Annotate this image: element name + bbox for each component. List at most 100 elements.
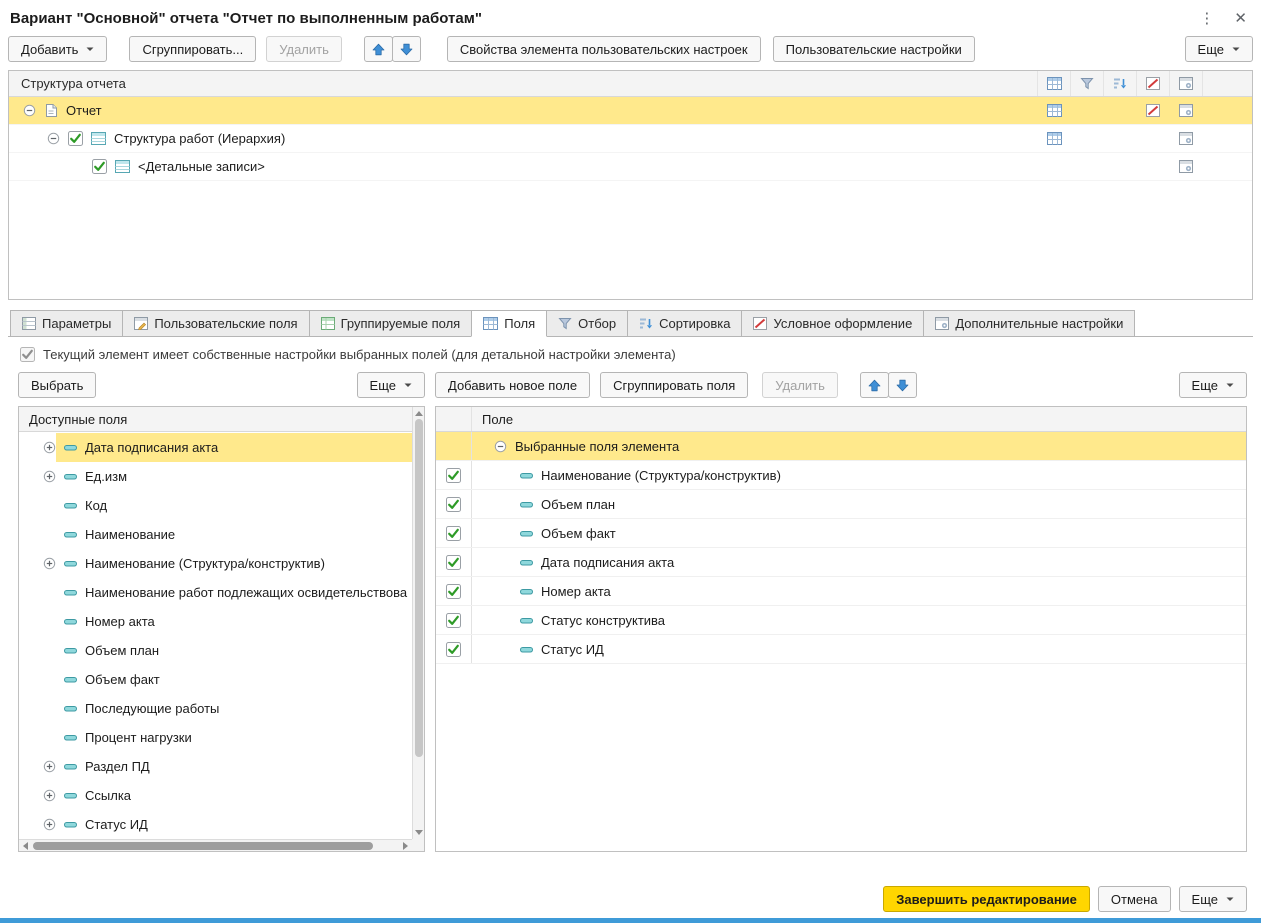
structure-header-columns (1037, 71, 1252, 96)
select-button[interactable]: Выбрать (18, 372, 96, 398)
selected-field-row[interactable]: Номер акта (436, 577, 1246, 606)
available-field-row[interactable]: Код (19, 491, 412, 520)
field-move-down-button[interactable] (888, 372, 917, 398)
plus-expander-icon[interactable] (43, 789, 56, 802)
selected-field-row[interactable]: Объем план (436, 490, 1246, 519)
move-up-button[interactable] (364, 36, 393, 62)
structure-row[interactable]: Отчет (9, 97, 1252, 125)
tab-label: Отбор (578, 316, 616, 331)
tab-parameters[interactable]: Параметры (10, 310, 123, 336)
checkbox-checked-icon[interactable] (446, 555, 461, 570)
structure-row[interactable]: <Детальные записи> (9, 153, 1252, 181)
available-field-row[interactable]: Номер акта (19, 607, 412, 636)
selected-field-row[interactable]: Объем факт (436, 519, 1246, 548)
attribute-icon (64, 501, 77, 510)
move-down-button[interactable] (392, 36, 421, 62)
available-field-row[interactable]: Ссылка (19, 781, 412, 810)
attribute-icon (520, 616, 533, 625)
add-new-field-label: Добавить новое поле (448, 378, 577, 393)
checkbox-checked-icon[interactable] (446, 584, 461, 599)
structure-column-header[interactable] (1103, 71, 1136, 96)
horizontal-scrollbar[interactable] (19, 839, 412, 851)
checkbox-checked-icon[interactable] (68, 131, 83, 146)
structure-column-header[interactable] (1037, 71, 1070, 96)
minus-expander-icon[interactable] (494, 440, 507, 453)
footer-more-button[interactable]: Еще (1179, 886, 1247, 912)
tab-groupable-fields[interactable]: Группируемые поля (309, 310, 473, 336)
selected-toolbar: Добавить новое поле Сгруппировать поля У… (435, 372, 1247, 398)
checkbox-checked-icon[interactable] (446, 613, 461, 628)
checkbox-checked-icon[interactable] (446, 497, 461, 512)
tab-user-fields[interactable]: Пользовательские поля (122, 310, 309, 336)
plus-expander-icon[interactable] (43, 557, 56, 570)
group-button-label: Сгруппировать... (142, 42, 243, 57)
selected-field-row[interactable]: Наименование (Структура/конструктив) (436, 461, 1246, 490)
structure-column-header[interactable] (1169, 71, 1202, 96)
available-more-button[interactable]: Еще (357, 372, 425, 398)
element-properties-button[interactable]: Свойства элемента пользовательских настр… (447, 36, 761, 62)
available-field-row[interactable]: Наименование (Структура/конструктив) (19, 549, 412, 578)
selected-field-row[interactable]: Дата подписания акта (436, 548, 1246, 577)
top-more-button[interactable]: Еще (1185, 36, 1253, 62)
selected-field-row[interactable]: Статус конструктива (436, 606, 1246, 635)
structure-row[interactable]: Структура работ (Иерархия) (9, 125, 1252, 153)
field-move-up-button[interactable] (860, 372, 889, 398)
selected-fields-group-row[interactable]: Выбранные поля элемента (436, 432, 1246, 461)
available-field-row[interactable]: Объем факт (19, 665, 412, 694)
structure-column-header[interactable] (1070, 71, 1103, 96)
finish-editing-button[interactable]: Завершить редактирование (883, 886, 1090, 912)
scroll-left-icon[interactable] (20, 840, 31, 851)
available-field-row[interactable]: Раздел ПД (19, 752, 412, 781)
checkbox-checked-icon[interactable] (446, 642, 461, 657)
group-fields-button[interactable]: Сгруппировать поля (600, 372, 748, 398)
user-settings-button[interactable]: Пользовательские настройки (773, 36, 975, 62)
group-button[interactable]: Сгруппировать... (129, 36, 256, 62)
available-field-label: Дата подписания акта (85, 440, 218, 455)
plus-expander-icon[interactable] (43, 818, 56, 831)
selected-more-button[interactable]: Еще (1179, 372, 1247, 398)
plus-expander-icon[interactable] (43, 470, 56, 483)
plus-expander-icon[interactable] (43, 760, 56, 773)
horizontal-scrollbar-thumb[interactable] (33, 842, 373, 850)
tab-fields[interactable]: Поля (471, 310, 547, 337)
available-field-row[interactable]: Статус ИД (19, 810, 412, 839)
tab-sorting[interactable]: Сортировка (627, 310, 742, 336)
available-field-row[interactable]: Процент нагрузки (19, 723, 412, 752)
tab-label: Параметры (42, 316, 111, 331)
add-new-field-button[interactable]: Добавить новое поле (435, 372, 590, 398)
available-field-row[interactable]: Объем план (19, 636, 412, 665)
tab-conditional-appearance[interactable]: Условное оформление (741, 310, 924, 336)
vertical-scrollbar-thumb[interactable] (415, 419, 423, 757)
add-button[interactable]: Добавить (8, 36, 107, 62)
minus-expander-icon[interactable] (47, 132, 60, 145)
tab-additional-settings[interactable]: Дополнительные настройки (923, 310, 1135, 336)
plus-expander-icon[interactable] (43, 441, 56, 454)
available-field-row[interactable]: Дата подписания акта (19, 433, 412, 462)
checkbox-checked-icon[interactable] (446, 526, 461, 541)
checkbox-checked-icon[interactable] (92, 159, 107, 174)
tab-label: Сортировка (659, 316, 730, 331)
available-field-row[interactable]: Наименование работ подлежащих освидетель… (19, 578, 412, 607)
sort-icon (639, 317, 653, 330)
available-field-row[interactable]: Наименование (19, 520, 412, 549)
available-toolbar: Выбрать Еще (18, 372, 425, 398)
tab-filter[interactable]: Отбор (546, 310, 628, 336)
available-field-row[interactable]: Последующие работы (19, 694, 412, 723)
close-icon[interactable]: ✕ (1234, 9, 1247, 27)
structure-column-header[interactable] (1136, 71, 1169, 96)
minus-expander-icon[interactable] (23, 104, 36, 117)
selected-field-label: Номер акта (541, 584, 611, 599)
settings-tabs: Параметры Пользовательские поляГруппируем… (8, 310, 1253, 337)
checkbox-checked-icon[interactable] (446, 468, 461, 483)
available-field-row[interactable]: Ед.изм (19, 462, 412, 491)
kebab-menu-icon[interactable]: ⋮ (1199, 9, 1214, 27)
group-fields-label: Сгруппировать поля (613, 378, 735, 393)
selected-field-row[interactable]: Статус ИД (436, 635, 1246, 664)
vertical-scrollbar[interactable] (412, 407, 424, 839)
scroll-up-icon[interactable] (413, 408, 424, 419)
own-settings-row: Текущий элемент имеет собственные настро… (20, 347, 1247, 362)
scroll-down-icon[interactable] (413, 827, 424, 838)
attribute-icon (64, 472, 77, 481)
scroll-right-icon[interactable] (400, 840, 411, 851)
cancel-button[interactable]: Отмена (1098, 886, 1171, 912)
